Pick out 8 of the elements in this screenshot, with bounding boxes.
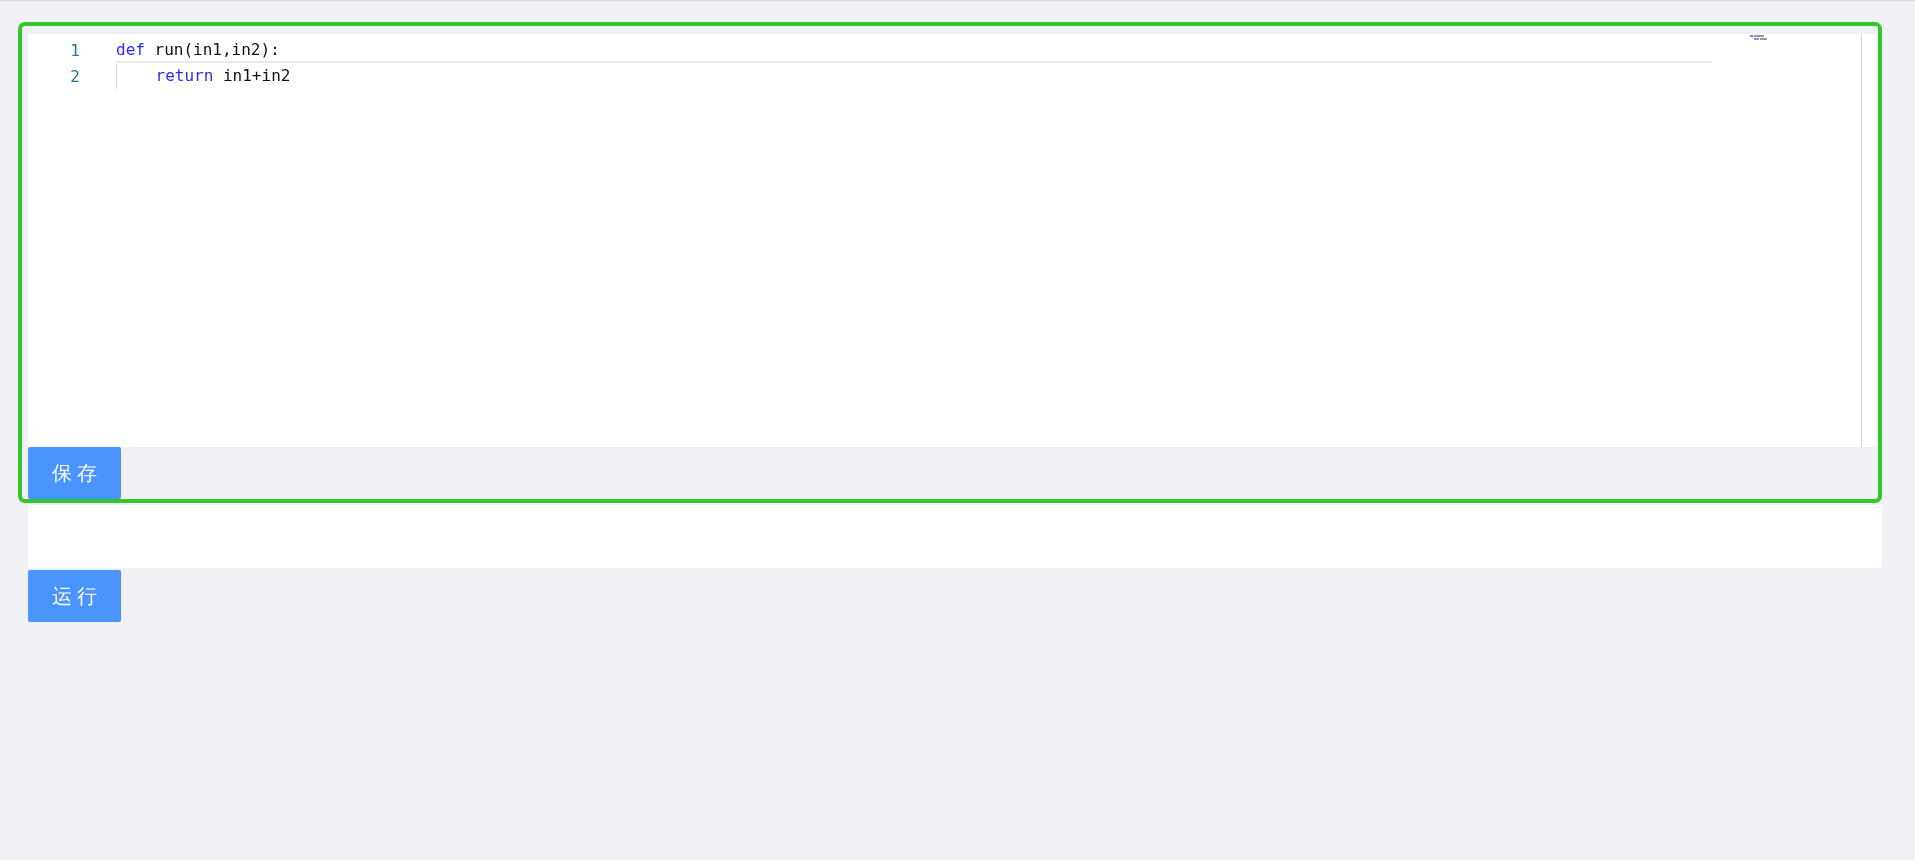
code-line: return in1+in2 bbox=[116, 63, 1712, 89]
run-button[interactable]: 运行 bbox=[28, 570, 121, 622]
save-button[interactable]: 保存 bbox=[28, 447, 121, 499]
code-editor[interactable]: 1 def run(in1,in2): 2 return in1+in2 bbox=[28, 34, 1877, 447]
line-number: 2 bbox=[69, 66, 80, 86]
line-number: 1 bbox=[69, 40, 80, 60]
code-line: def run(in1,in2): bbox=[116, 37, 1712, 63]
minimap-drawing bbox=[1750, 35, 1768, 41]
